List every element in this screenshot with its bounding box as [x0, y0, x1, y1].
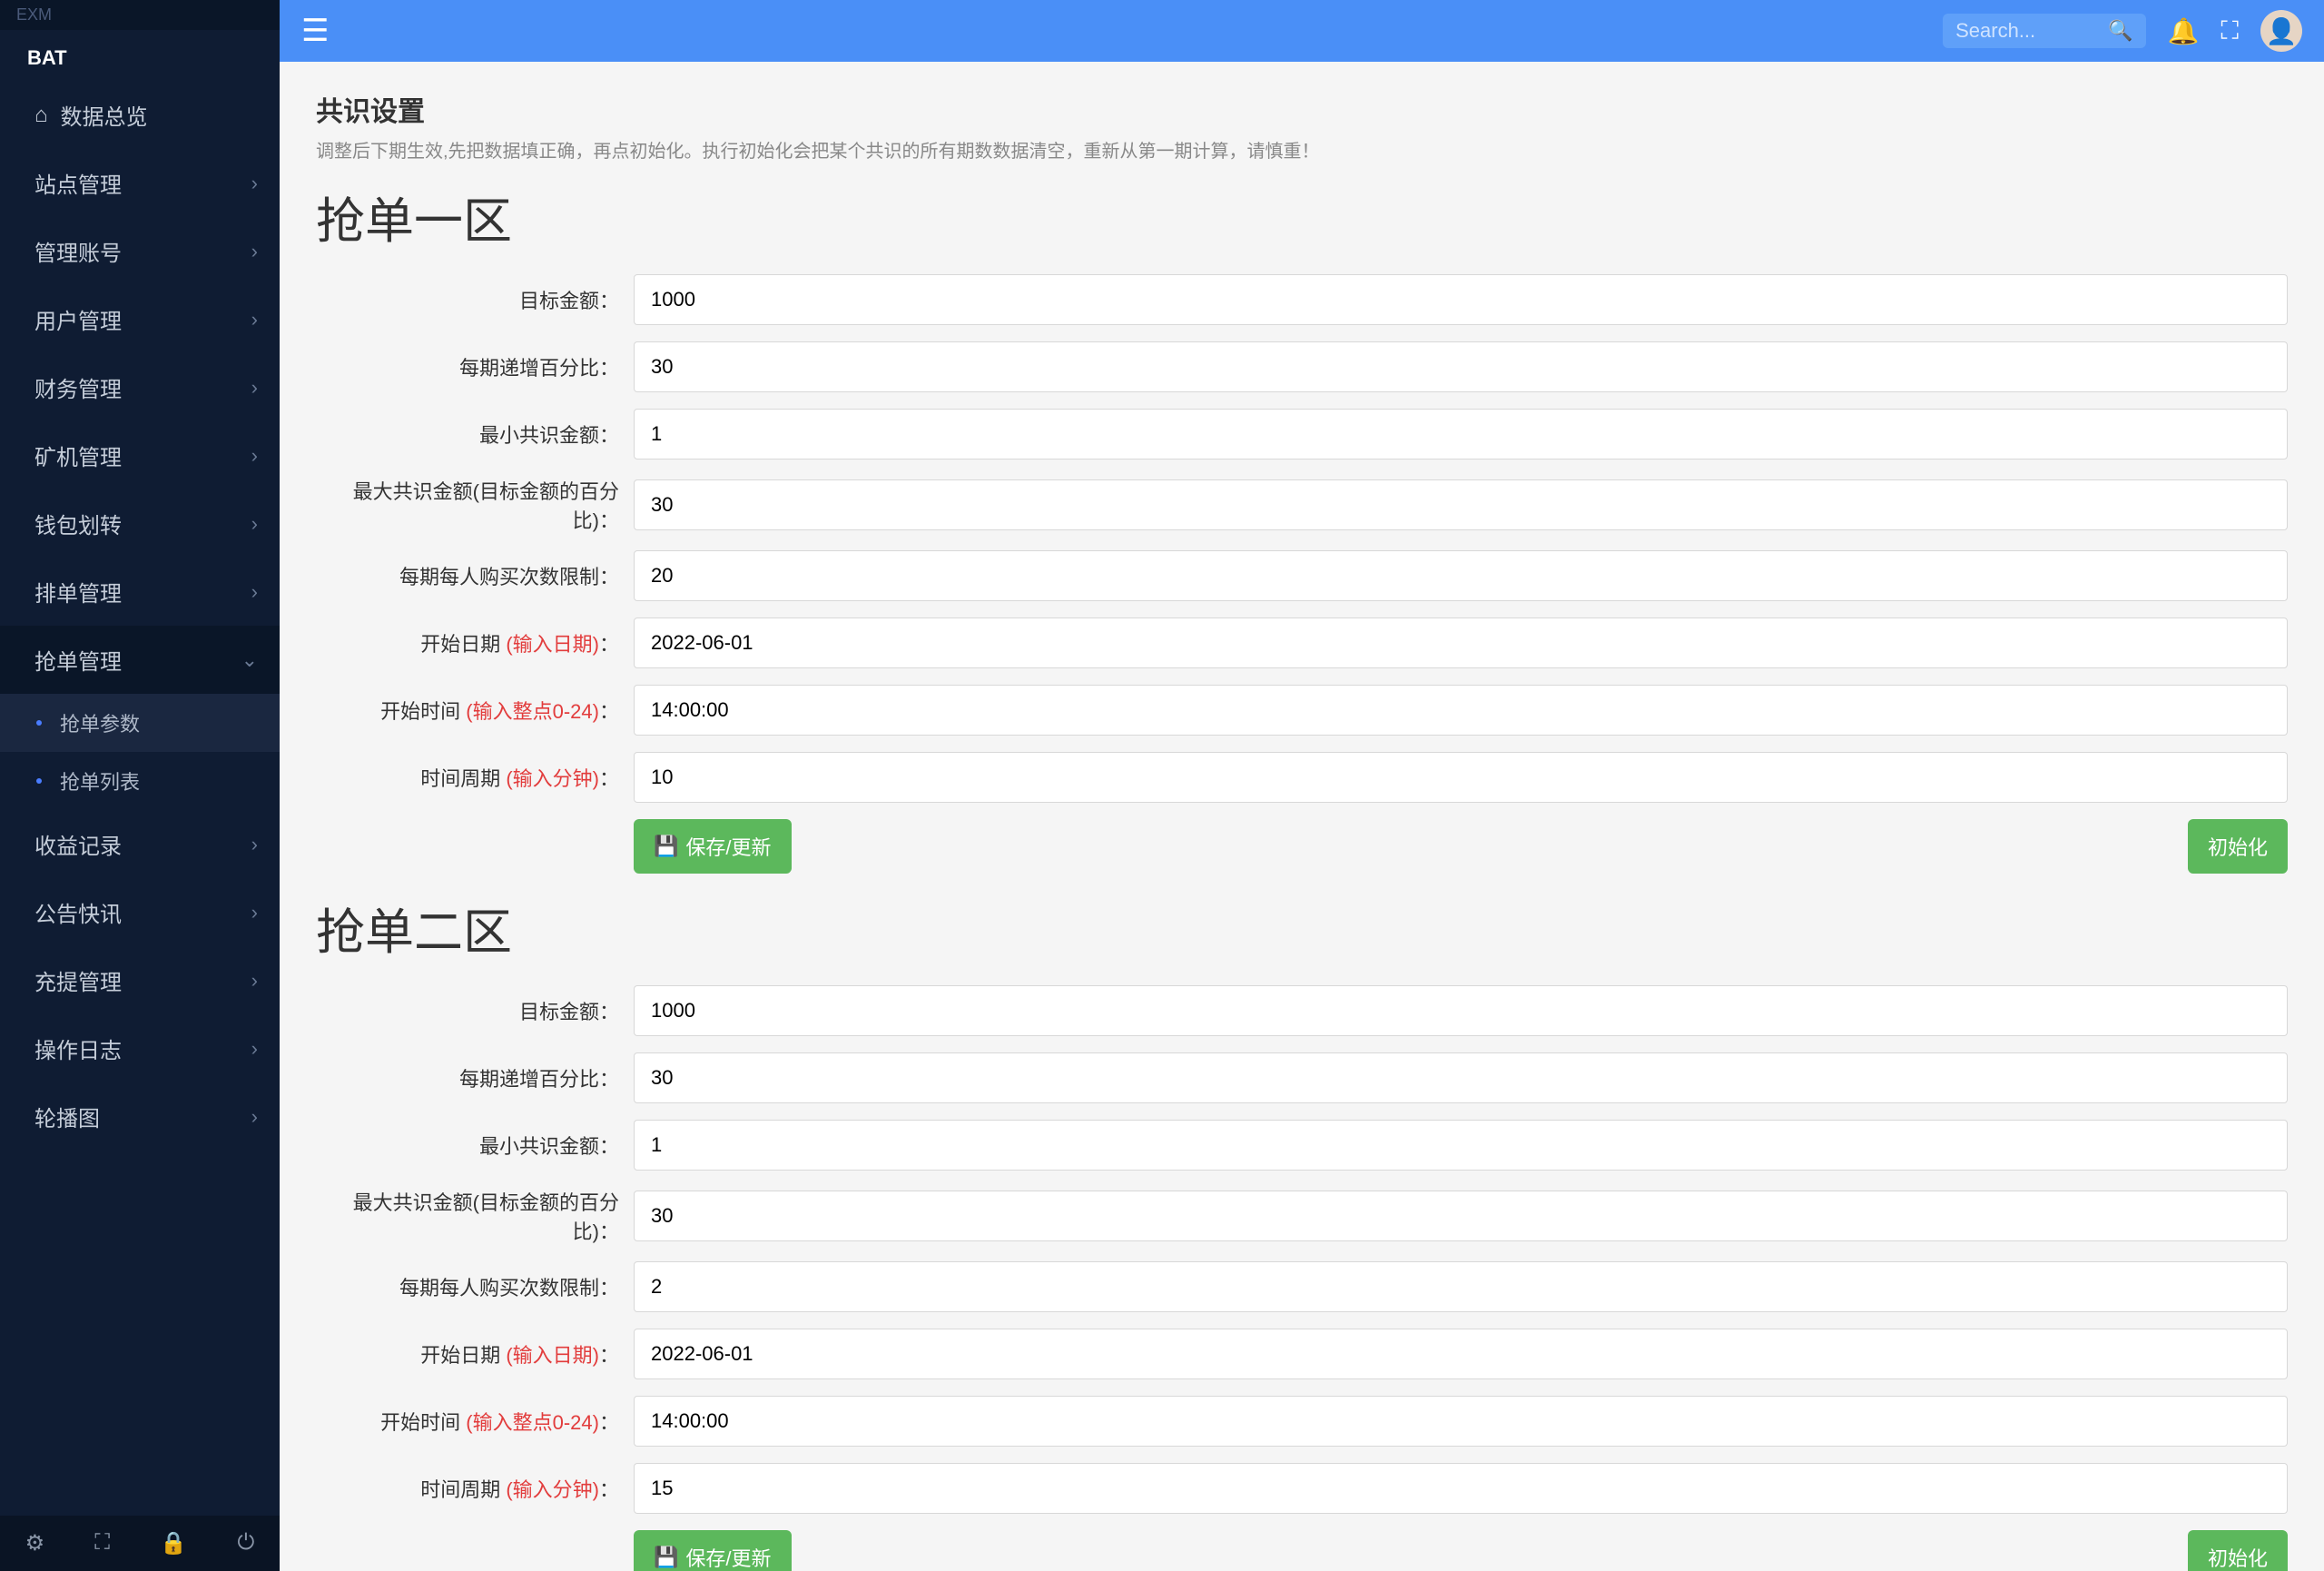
- min-label: 最小共识金额：: [316, 1131, 634, 1160]
- sidebar: EXM BAT ⌂ 数据总览 站点管理› 管理账号› 用户管理› 财务管理› 矿…: [0, 0, 280, 1571]
- sidebar-subitem-params[interactable]: 抢单参数: [0, 694, 280, 752]
- zone-title: 抢单二区: [316, 892, 2288, 963]
- max-label: 最大共识金额(目标金额的百分比)：: [316, 1187, 634, 1245]
- expand-icon[interactable]: ⛶: [94, 1530, 110, 1556]
- sidebar-subitem-list[interactable]: 抢单列表: [0, 752, 280, 810]
- chevron-right-icon: ›: [251, 1037, 258, 1061]
- period-input[interactable]: [634, 1463, 2288, 1514]
- min-input[interactable]: [634, 1120, 2288, 1171]
- startdate-input[interactable]: [634, 1329, 2288, 1379]
- sidebar-item-user[interactable]: 用户管理›: [0, 285, 280, 353]
- page-desc: 调整后下期生效,先把数据填正确，再点初始化。执行初始化会把某个共识的所有期数数据…: [316, 136, 2288, 163]
- sidebar-item-site[interactable]: 站点管理›: [0, 149, 280, 217]
- power-icon[interactable]: ⏻: [237, 1530, 254, 1556]
- incr-input[interactable]: [634, 341, 2288, 392]
- min-input[interactable]: [634, 409, 2288, 459]
- target-input[interactable]: [634, 274, 2288, 325]
- topbar: ☰ 🔍 🔔 ⛶ 👤: [280, 0, 2324, 62]
- starttime-label: 开始时间 (输入整点0-24)：: [316, 1407, 634, 1436]
- brand: BAT: [0, 30, 280, 81]
- chevron-right-icon: ›: [251, 580, 258, 604]
- period-input[interactable]: [634, 752, 2288, 803]
- chevron-down-icon: ⌄: [241, 648, 258, 672]
- max-input[interactable]: [634, 479, 2288, 530]
- init-button[interactable]: 初始化: [2188, 819, 2288, 874]
- search-box[interactable]: 🔍: [1943, 14, 2145, 48]
- startdate-label: 开始日期 (输入日期)：: [316, 1339, 634, 1368]
- limit-label: 每期每人购买次数限制：: [316, 561, 634, 590]
- period-label: 时间周期 (输入分钟)：: [316, 1474, 634, 1503]
- incr-label: 每期递增百分比：: [316, 352, 634, 381]
- sidebar-item-label: 数据总览: [61, 99, 148, 131]
- chevron-right-icon: ›: [251, 240, 258, 263]
- lock-icon[interactable]: 🔒: [160, 1530, 187, 1556]
- home-icon: ⌂: [34, 103, 48, 128]
- sidebar-item-log[interactable]: 操作日志›: [0, 1014, 280, 1082]
- chevron-right-icon: ›: [251, 969, 258, 993]
- sidebar-item-wallet[interactable]: 钱包划转›: [0, 489, 280, 558]
- sidebar-footer: ⚙ ⛶ 🔒 ⏻: [0, 1516, 280, 1571]
- incr-input[interactable]: [634, 1052, 2288, 1103]
- limit-label: 每期每人购买次数限制：: [316, 1272, 634, 1301]
- max-label: 最大共识金额(目标金额的百分比)：: [316, 476, 634, 534]
- sidebar-item-miner[interactable]: 矿机管理›: [0, 421, 280, 489]
- min-label: 最小共识金额：: [316, 420, 634, 449]
- chevron-right-icon: ›: [251, 901, 258, 924]
- gear-icon[interactable]: ⚙: [25, 1530, 45, 1556]
- search-input[interactable]: [1955, 19, 2101, 43]
- starttime-input[interactable]: [634, 1396, 2288, 1447]
- target-input[interactable]: [634, 985, 2288, 1036]
- save-button[interactable]: 💾 保存/更新: [634, 1530, 792, 1571]
- max-input[interactable]: [634, 1191, 2288, 1241]
- search-icon[interactable]: 🔍: [2108, 19, 2132, 43]
- chevron-right-icon: ›: [251, 376, 258, 400]
- sidebar-item-grab[interactable]: 抢单管理⌄: [0, 626, 280, 694]
- chevron-right-icon: ›: [251, 172, 258, 195]
- chevron-right-icon: ›: [251, 1105, 258, 1129]
- sidebar-item-income[interactable]: 收益记录›: [0, 810, 280, 878]
- chevron-right-icon: ›: [251, 444, 258, 468]
- sidebar-item-notice[interactable]: 公告快讯›: [0, 878, 280, 946]
- zone-title: 抢单一区: [316, 181, 2288, 252]
- fullscreen-icon[interactable]: ⛶: [2221, 16, 2239, 46]
- sidebar-item-queue[interactable]: 排单管理›: [0, 558, 280, 626]
- sidebar-item-deposit[interactable]: 充提管理›: [0, 946, 280, 1014]
- sidebar-item-finance[interactable]: 财务管理›: [0, 353, 280, 421]
- sidebar-item-admin[interactable]: 管理账号›: [0, 217, 280, 285]
- startdate-input[interactable]: [634, 618, 2288, 668]
- limit-input[interactable]: [634, 1261, 2288, 1312]
- save-button[interactable]: 💾 保存/更新: [634, 819, 792, 874]
- target-label: 目标金额：: [316, 996, 634, 1025]
- app-tag: EXM: [0, 0, 280, 30]
- hamburger-icon[interactable]: ☰: [301, 13, 329, 49]
- bell-icon[interactable]: 🔔: [2168, 16, 2200, 46]
- starttime-label: 开始时间 (输入整点0-24)：: [316, 696, 634, 725]
- period-label: 时间周期 (输入分钟)：: [316, 763, 634, 792]
- sidebar-item-overview[interactable]: ⌂ 数据总览: [0, 81, 280, 149]
- init-button[interactable]: 初始化: [2188, 1530, 2288, 1571]
- save-icon: 💾: [654, 1546, 678, 1569]
- limit-input[interactable]: [634, 550, 2288, 601]
- startdate-label: 开始日期 (输入日期)：: [316, 628, 634, 657]
- chevron-right-icon: ›: [251, 308, 258, 331]
- sidebar-item-carousel[interactable]: 轮播图›: [0, 1082, 280, 1151]
- save-icon: 💾: [654, 835, 678, 858]
- avatar[interactable]: 👤: [2260, 10, 2302, 52]
- chevron-right-icon: ›: [251, 833, 258, 856]
- page-title: 共识设置: [316, 89, 2288, 129]
- incr-label: 每期递增百分比：: [316, 1063, 634, 1092]
- chevron-right-icon: ›: [251, 512, 258, 536]
- starttime-input[interactable]: [634, 685, 2288, 736]
- target-label: 目标金额：: [316, 285, 634, 314]
